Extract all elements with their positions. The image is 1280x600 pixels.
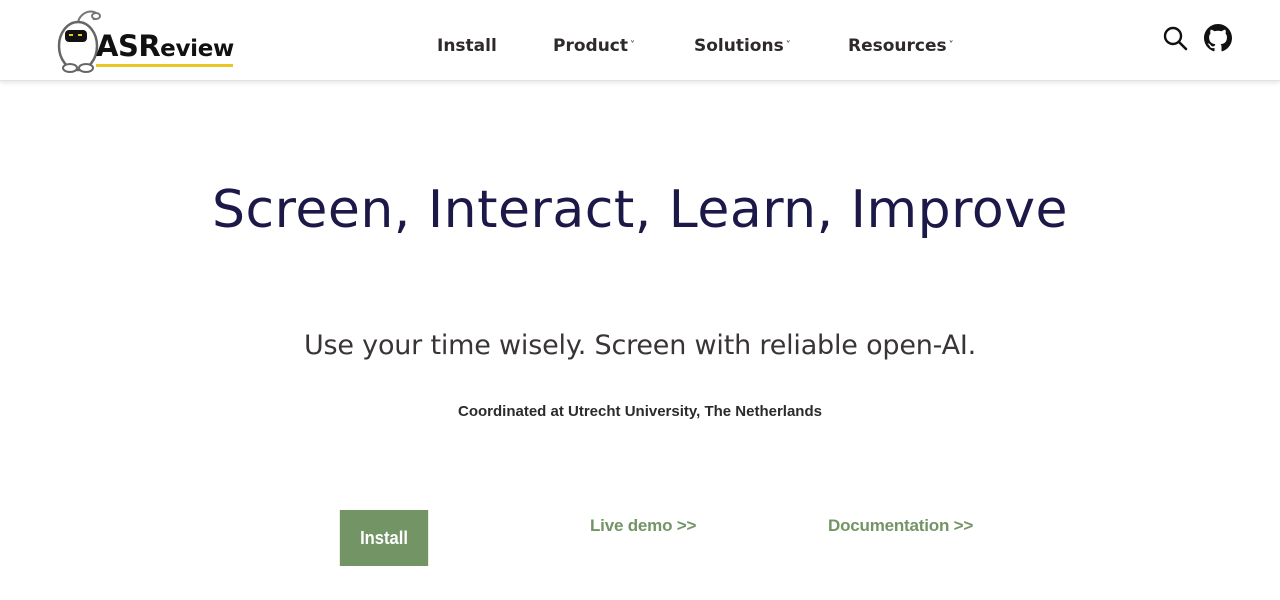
nav-item-install[interactable]: Install	[437, 36, 497, 56]
logo-wordmark-suffix: eview	[160, 36, 234, 62]
asreview-logo[interactable]: ASReview	[56, 8, 236, 74]
search-icon[interactable]	[1161, 24, 1189, 52]
chevron-down-icon: ˅	[630, 40, 635, 51]
documentation-link[interactable]: Documentation >>	[828, 516, 973, 536]
site-header: ASReview Install Product ˅ Solutions ˅ Res…	[0, 0, 1280, 81]
nav-item-resources[interactable]: Resources ˅	[848, 36, 954, 56]
chevron-down-icon: ˅	[948, 40, 954, 51]
nav-item-label: Install	[437, 36, 497, 56]
nav-item-label: Resources	[848, 36, 947, 56]
nav-item-label: Product	[553, 36, 628, 56]
coordination-note: Coordinated at Utrecht University, The N…	[458, 403, 822, 420]
live-demo-link[interactable]: Live demo >>	[590, 516, 696, 536]
hero-subtitle: Use your time wisely. Screen with reliab…	[303, 330, 977, 361]
install-button[interactable]: Install	[339, 510, 429, 566]
chevron-down-icon: ˅	[785, 40, 791, 51]
logo-wordmark: ASReview	[96, 32, 234, 61]
nav-item-label: Solutions	[694, 36, 784, 56]
hero-title: Screen, Interact, Learn, Improve	[212, 180, 1068, 240]
github-icon[interactable]	[1204, 24, 1232, 52]
logo-underline	[96, 64, 233, 67]
logo-wordmark-prefix: ASR	[96, 29, 161, 63]
nav-item-product[interactable]: Product ˅	[553, 36, 635, 56]
nav-item-solutions[interactable]: Solutions ˅	[694, 36, 791, 56]
